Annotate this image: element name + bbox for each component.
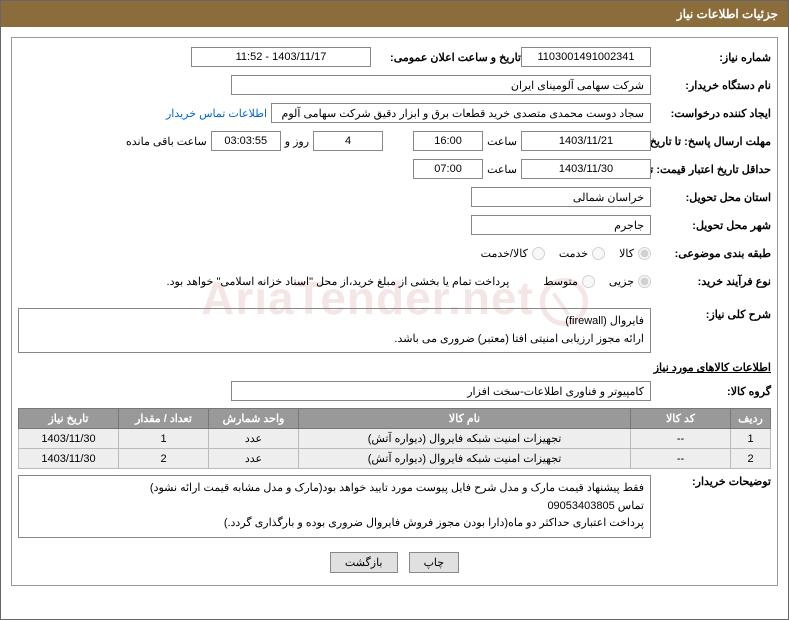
price-valid-date: 1403/11/30: [521, 159, 651, 179]
province-label: استان محل تحویل:: [651, 191, 771, 204]
remain-label: ساعت باقی مانده: [122, 135, 211, 148]
table-row: 1--تجهیزات امنیت شبکه فایروال (دیواره آت…: [19, 429, 771, 449]
buyer-org-field: شرکت سهامی آلومینای ایران: [231, 75, 651, 95]
cell-unit: عدد: [209, 429, 299, 449]
radio-service: [592, 247, 605, 260]
radio-partial: [638, 275, 651, 288]
day-word: روز و: [281, 135, 313, 148]
buyer-notes-label: توضیحات خریدار:: [651, 475, 771, 488]
resp-due-date: 1403/11/21: [521, 131, 651, 151]
radio-medium: [582, 275, 595, 288]
th-row: ردیف: [731, 409, 771, 429]
requester-label: ایجاد کننده درخواست:: [651, 107, 771, 120]
th-unit: واحد شمارش: [209, 409, 299, 429]
cell-n: 2: [731, 449, 771, 469]
contact-buyer-link[interactable]: اطلاعات تماس خریدار: [162, 107, 271, 120]
items-table: ردیف کد کالا نام کالا واحد شمارش تعداد /…: [18, 408, 771, 469]
th-qty: تعداد / مقدار: [119, 409, 209, 429]
resp-due-time: 16:00: [413, 131, 483, 151]
city-label: شهر محل تحویل:: [651, 219, 771, 232]
announce-field: 1403/11/17 - 11:52: [191, 47, 371, 67]
radio-goods-label: کالا: [619, 247, 634, 260]
buyer-notes-field: فقط پیشنهاد قیمت مارک و مدل شرح فایل پیو…: [18, 475, 651, 538]
cell-date: 1403/11/30: [19, 429, 119, 449]
radio-both: [532, 247, 545, 260]
proc-label: نوع فرآیند خرید:: [651, 275, 771, 288]
time-label-1: ساعت: [483, 135, 521, 148]
price-valid-label: حداقل تاریخ اعتبار قیمت: تا تاریخ:: [651, 163, 771, 176]
resp-due-label: مهلت ارسال پاسخ: تا تاریخ:: [651, 135, 771, 148]
countdown: 03:03:55: [211, 131, 281, 151]
cell-name: تجهیزات امنیت شبکه فایروال (دیواره آتش): [299, 429, 631, 449]
cell-code: --: [631, 449, 731, 469]
back-button[interactable]: بازگشت: [330, 552, 398, 573]
cell-qty: 1: [119, 429, 209, 449]
need-no-label: شماره نیاز:: [651, 51, 771, 64]
radio-medium-label: متوسط: [543, 275, 578, 288]
cell-n: 1: [731, 429, 771, 449]
announce-label: تاریخ و ساعت اعلان عمومی:: [371, 51, 521, 64]
desc-label: شرح کلی نیاز:: [651, 308, 771, 321]
page-header: جزئیات اطلاعات نیاز: [1, 1, 788, 27]
city-field: جاجرم: [471, 215, 651, 235]
th-name: نام کالا: [299, 409, 631, 429]
cell-date: 1403/11/30: [19, 449, 119, 469]
topic-radiogroup: کالا خدمت کالا/خدمت: [471, 247, 651, 260]
table-row: 2--تجهیزات امنیت شبکه فایروال (دیواره آت…: [19, 449, 771, 469]
desc-field: فایروال (firewall) ارائه مجوز ارزیابی ام…: [18, 308, 651, 353]
radio-partial-label: جزیی: [609, 275, 634, 288]
main-panel: شماره نیاز: 1103001491002341 تاریخ و ساع…: [11, 37, 778, 586]
cell-unit: عدد: [209, 449, 299, 469]
cell-qty: 2: [119, 449, 209, 469]
group-field: کامپیوتر و فناوری اطلاعات-سخت افزار: [231, 381, 651, 401]
th-code: کد کالا: [631, 409, 731, 429]
buyer-org-label: نام دستگاه خریدار:: [651, 79, 771, 92]
radio-service-label: خدمت: [559, 247, 588, 260]
radio-both-label: کالا/خدمت: [481, 247, 528, 260]
cell-name: تجهیزات امنیت شبکه فایروال (دیواره آتش): [299, 449, 631, 469]
items-section-title: اطلاعات کالاهای مورد نیاز: [18, 361, 771, 374]
topic-label: طبقه بندی موضوعی:: [651, 247, 771, 260]
province-field: خراسان شمالی: [471, 187, 651, 207]
th-date: تاریخ نیاز: [19, 409, 119, 429]
print-button[interactable]: چاپ: [409, 552, 460, 573]
time-label-2: ساعت: [483, 163, 521, 176]
proc-note: پرداخت تمام یا بخشی از مبلغ خرید،از محل …: [163, 275, 514, 288]
days-left: 4: [313, 131, 383, 151]
group-label: گروه کالا:: [651, 385, 771, 398]
price-valid-time: 07:00: [413, 159, 483, 179]
need-no-field: 1103001491002341: [521, 47, 651, 67]
proc-radiogroup: جزیی متوسط: [533, 275, 651, 288]
requester-field: سجاد دوست محمدی متصدی خرید قطعات برق و ا…: [271, 103, 651, 123]
cell-code: --: [631, 429, 731, 449]
radio-goods: [638, 247, 651, 260]
